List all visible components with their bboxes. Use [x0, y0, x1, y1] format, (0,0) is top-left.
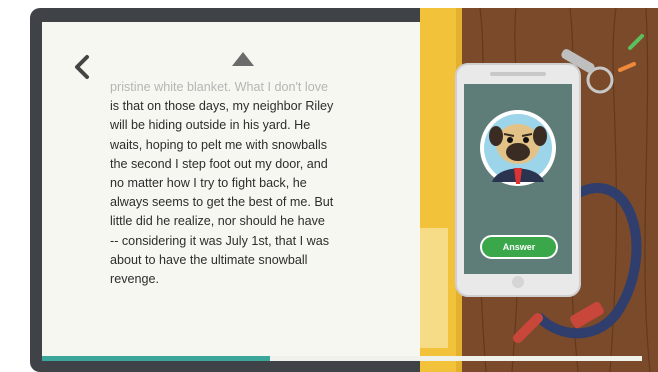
story-line: -- considering it was July 1st, that I w… [110, 233, 330, 248]
pug-avatar-icon [480, 110, 556, 186]
story-line: little did he realize, nor should he hav… [110, 214, 325, 229]
story-line: no matter how I try to fight back, he [110, 176, 307, 191]
reading-progress-bar [42, 356, 642, 361]
story-text: pristine white blanket. What I don't lov… [110, 78, 380, 289]
reader-frame: pristine white blanket. What I don't lov… [30, 8, 658, 372]
story-line: will be hiding outside in his yard. He [110, 118, 311, 133]
book-page: pristine white blanket. What I don't lov… [42, 22, 420, 356]
phone-on-table-illustration [420, 8, 658, 372]
answer-button[interactable]: Answer [480, 235, 558, 259]
story-line: always seems to get the best of me. But [110, 195, 334, 210]
illustration-panel: Answer [420, 8, 658, 372]
story-line: revenge. [110, 272, 160, 287]
reading-progress-fill [42, 356, 270, 361]
triangle-up-icon[interactable] [230, 50, 256, 68]
story-line: about to have the ultimate snowball [110, 252, 308, 267]
story-line: pristine white blanket. What I don't lov… [110, 80, 329, 94]
story-line: is that on those days, my neighbor Riley [110, 99, 334, 114]
story-line: waits, hoping to pelt me with snowballs [110, 137, 328, 152]
chevron-left-icon[interactable] [70, 52, 94, 82]
story-line: the second I step foot out my door, and [110, 156, 328, 171]
